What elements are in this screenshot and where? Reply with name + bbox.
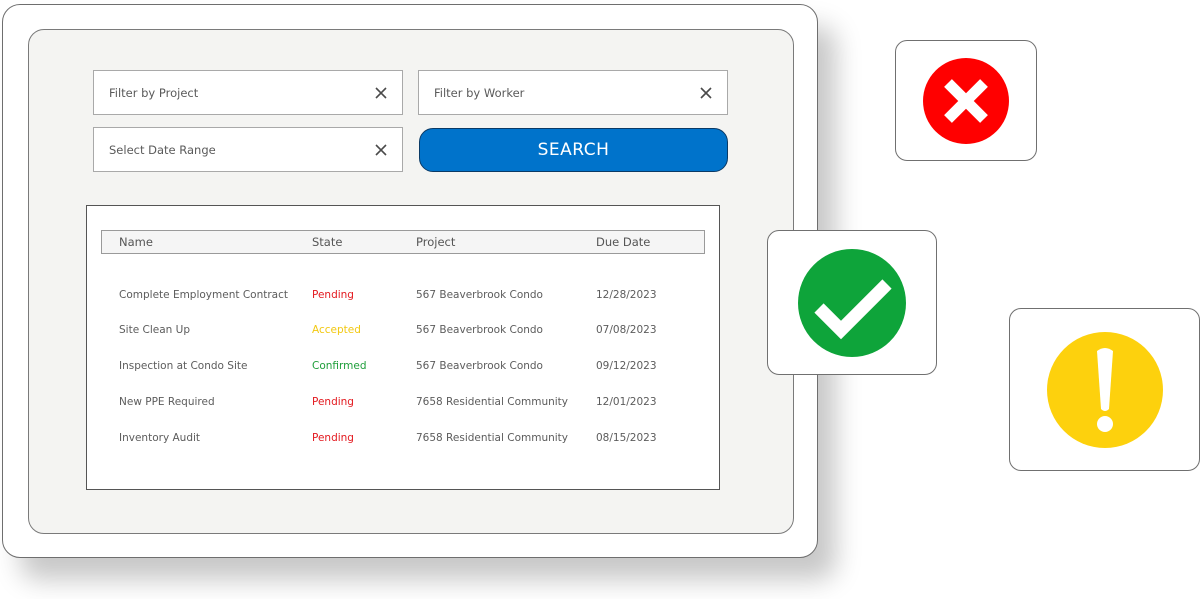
row-due-date: 12/01/2023 bbox=[596, 396, 657, 408]
worker-filter-input[interactable] bbox=[434, 85, 672, 100]
row-name: Inspection at Condo Site bbox=[119, 360, 248, 372]
status-badge: Confirmed bbox=[312, 360, 367, 372]
results-table: Name State Project Due Date Complete Emp… bbox=[86, 205, 720, 490]
close-icon[interactable] bbox=[374, 86, 388, 100]
project-filter[interactable] bbox=[93, 70, 403, 115]
close-icon[interactable] bbox=[699, 86, 713, 100]
error-card bbox=[895, 40, 1037, 161]
column-header-name[interactable]: Name bbox=[119, 235, 153, 249]
table-row[interactable]: Inventory Audit Pending 7658 Residential… bbox=[87, 432, 719, 450]
row-due-date: 09/12/2023 bbox=[596, 360, 657, 372]
project-filter-input[interactable] bbox=[109, 85, 347, 100]
row-project: 567 Beaverbrook Condo bbox=[416, 324, 543, 336]
row-due-date: 08/15/2023 bbox=[596, 432, 657, 444]
row-due-date: 12/28/2023 bbox=[596, 289, 657, 301]
date-range-filter[interactable] bbox=[93, 127, 403, 172]
search-button[interactable]: SEARCH bbox=[419, 128, 728, 172]
date-range-input[interactable] bbox=[109, 142, 347, 157]
warning-exclamation-icon bbox=[1046, 331, 1163, 448]
table-row[interactable]: Inspection at Condo Site Confirmed 567 B… bbox=[87, 360, 719, 378]
close-icon[interactable] bbox=[374, 143, 388, 157]
row-name: Complete Employment Contract bbox=[119, 289, 288, 301]
column-header-state[interactable]: State bbox=[312, 235, 342, 249]
column-header-due-date[interactable]: Due Date bbox=[596, 235, 650, 249]
table-header: Name State Project Due Date bbox=[101, 230, 705, 254]
row-project: 7658 Residential Community bbox=[416, 432, 569, 444]
status-badge: Accepted bbox=[312, 324, 361, 336]
row-project: 567 Beaverbrook Condo bbox=[416, 289, 543, 301]
status-badge: Pending bbox=[312, 289, 354, 301]
column-header-project[interactable]: Project bbox=[416, 235, 455, 249]
table-row[interactable]: Complete Employment Contract Pending 567… bbox=[87, 289, 719, 307]
row-name: New PPE Required bbox=[119, 396, 215, 408]
row-due-date: 07/08/2023 bbox=[596, 324, 657, 336]
row-name: Site Clean Up bbox=[119, 324, 190, 336]
table-row[interactable]: Site Clean Up Accepted 567 Beaverbrook C… bbox=[87, 324, 719, 342]
status-badge: Pending bbox=[312, 432, 354, 444]
row-project: 567 Beaverbrook Condo bbox=[416, 360, 543, 372]
table-row[interactable]: New PPE Required Pending 7658 Residentia… bbox=[87, 396, 719, 414]
success-card bbox=[767, 230, 937, 375]
row-name: Inventory Audit bbox=[119, 432, 201, 444]
success-check-icon bbox=[798, 248, 906, 357]
status-badge: Pending bbox=[312, 396, 354, 408]
row-project: 7658 Residential Community bbox=[416, 396, 569, 408]
error-x-icon bbox=[923, 57, 1009, 144]
worker-filter[interactable] bbox=[418, 70, 728, 115]
warning-card bbox=[1009, 308, 1200, 471]
